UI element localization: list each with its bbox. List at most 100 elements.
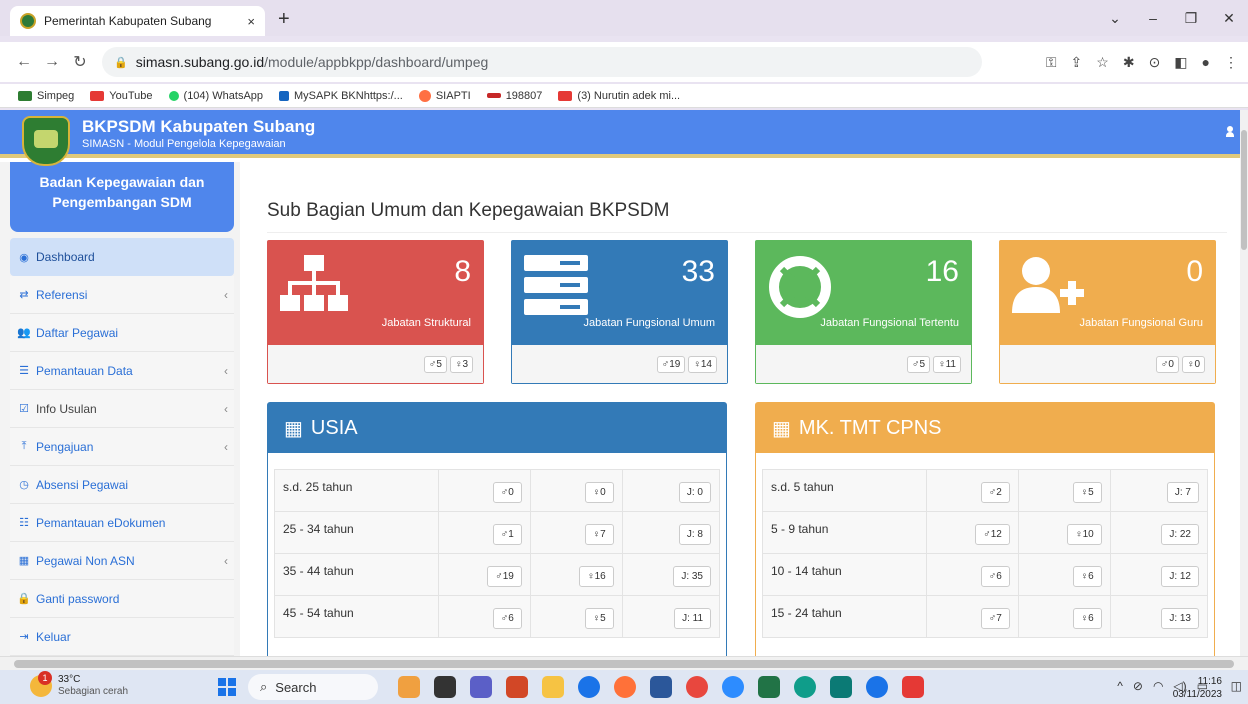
sidebar-item-dashboard[interactable]: ◉ Dashboard xyxy=(10,238,234,276)
sidebar-heading: Badan Kepegawaian dan Pengembangan SDM xyxy=(10,162,234,232)
history-icon[interactable]: ⊙ xyxy=(1149,54,1161,71)
menu-icon[interactable]: ⋮ xyxy=(1224,54,1238,71)
browser-tab[interactable]: Pemerintah Kabupaten Subang × xyxy=(10,6,265,36)
sidebar-item-daftar-pegawai[interactable]: 👥 Daftar Pegawai xyxy=(10,314,234,352)
mk-tmt-cpns-panel: ▦ MK. TMT CPNS s.d. 5 tahun ♂2 ♀5 J: 7 5… xyxy=(755,402,1215,656)
firefox-icon[interactable] xyxy=(614,676,636,698)
bookmark-star-icon[interactable]: ☆ xyxy=(1096,54,1109,71)
card-count: 33 xyxy=(681,255,715,288)
male-count-badge: ♂0 xyxy=(492,481,522,503)
server-icon xyxy=(524,255,588,315)
male-count-badge: ♂0 xyxy=(1155,355,1179,373)
bookmark-simpeg[interactable]: Simpeg xyxy=(18,90,74,102)
life-ring-icon xyxy=(769,256,831,318)
card-jabatan-fungsional-guru[interactable]: 0 Jabatan Fungsional Guru ♂0 ♀0 xyxy=(999,240,1216,384)
bookmark-nurutin[interactable]: (3) Nurutin adek mi... xyxy=(558,90,680,102)
sidebar-item-info-usulan[interactable]: ☑ Info Usulan ‹ xyxy=(10,390,234,428)
new-tab-button[interactable]: + xyxy=(278,8,290,31)
table-row: 45 - 54 tahun ♂6 ♀5 J: 11 xyxy=(274,595,721,638)
chevron-left-icon: ‹ xyxy=(224,401,228,416)
network-icon[interactable]: ⊘ xyxy=(1133,679,1143,693)
card-jabatan-fungsional-umum[interactable]: 33 Jabatan Fungsional Umum ♂19 ♀14 xyxy=(511,240,728,384)
tab-search-icon[interactable]: ⌄ xyxy=(1096,0,1134,36)
chrome-icon[interactable] xyxy=(578,676,600,698)
female-count-badge: ♀16 xyxy=(579,565,614,587)
chevron-left-icon: ‹ xyxy=(224,439,228,454)
extensions-icon[interactable]: ✱ xyxy=(1123,54,1135,71)
bookmark-youtube[interactable]: YouTube xyxy=(90,90,153,102)
vertical-scrollbar[interactable] xyxy=(1240,110,1248,656)
female-count-badge: ♀10 xyxy=(1067,523,1102,545)
app-title: BKPSDM Kabupaten Subang xyxy=(82,117,316,136)
bookmark-198807[interactable]: 198807 xyxy=(486,90,542,102)
acrobat-icon[interactable] xyxy=(902,676,924,698)
word-icon[interactable] xyxy=(650,676,672,698)
whatsapp-icon xyxy=(168,90,179,101)
taskbar-search[interactable]: ⌕ Search xyxy=(248,674,378,700)
people-app-icon[interactable] xyxy=(398,676,420,698)
sidebar-item-pemantauan-data[interactable]: ☰ Pemantauan Data ‹ xyxy=(10,352,234,390)
close-window-icon[interactable]: ✕ xyxy=(1210,0,1248,36)
wifi-icon[interactable]: ◠ xyxy=(1153,679,1163,693)
tab-close-icon[interactable]: × xyxy=(247,14,255,29)
bookmark-siapti[interactable]: SIAPTI xyxy=(418,89,471,102)
teams-icon[interactable] xyxy=(470,676,492,698)
sidebar-item-referensi[interactable]: ⇄ Referensi ‹ xyxy=(10,276,234,314)
sidebar-item-pegawai-non-asn[interactable]: ▦ Pegawai Non ASN ‹ xyxy=(10,542,234,580)
total-count-badge: J: 35 xyxy=(673,565,711,587)
male-count-badge: ♂7 xyxy=(980,607,1010,629)
male-count-badge: ♂19 xyxy=(487,565,522,587)
sidebar-item-keluar[interactable]: ⇥ Keluar xyxy=(10,618,234,656)
clock[interactable]: 11:16 03/11/2023 xyxy=(1173,675,1222,701)
forward-icon[interactable]: → xyxy=(38,53,66,71)
list-alt-icon: ☷ xyxy=(19,517,29,529)
total-count-badge: J: 7 xyxy=(1166,481,1199,503)
weather-widget[interactable]: 1 33°C Sebagian cerah xyxy=(30,671,128,698)
minimize-icon[interactable]: – xyxy=(1134,0,1172,36)
back-icon[interactable]: ← xyxy=(10,53,38,71)
scrollbar-thumb[interactable] xyxy=(1241,130,1247,250)
sidebar-item-pemantauan-edokumen[interactable]: ☷ Pemantauan eDokumen xyxy=(10,504,234,542)
card-jabatan-fungsional-tertentu[interactable]: 16 Jabatan Fungsional Tertentu ♂5 ♀11 xyxy=(755,240,972,384)
card-jabatan-struktural[interactable]: 8 Jabatan Struktural ♂5 ♀3 xyxy=(267,240,484,384)
sidebar-item-absensi-pegawai[interactable]: ◷ Absensi Pegawai xyxy=(10,466,234,504)
restore-icon[interactable]: ❐ xyxy=(1172,0,1210,36)
youtube-icon xyxy=(558,90,573,101)
app-header: BKPSDM Kabupaten Subang SIMASN - Modul P… xyxy=(0,110,1248,158)
bookmark-whatsapp[interactable]: (104) WhatsApp xyxy=(168,90,263,102)
clock-icon: ◷ xyxy=(19,479,29,491)
zoom-icon[interactable] xyxy=(722,676,744,698)
user-icon[interactable] xyxy=(1226,126,1234,138)
horizontal-scrollbar[interactable] xyxy=(0,656,1248,670)
chrome-icon[interactable] xyxy=(866,676,888,698)
exchange-icon: ⇄ xyxy=(19,289,29,301)
sidebar-item-ganti-password[interactable]: 🔒 Ganti password xyxy=(10,580,234,618)
address-bar[interactable]: 🔒 simasn.subang.go.id /module/appbkpp/da… xyxy=(102,47,982,77)
app-s-icon[interactable] xyxy=(830,676,852,698)
scrollbar-thumb[interactable] xyxy=(14,660,1234,668)
powerpoint-icon[interactable] xyxy=(506,676,528,698)
file-explorer-icon[interactable] xyxy=(542,676,564,698)
table-row: 15 - 24 tahun ♂7 ♀6 J: 13 xyxy=(762,595,1209,638)
check-square-icon: ☑ xyxy=(19,403,29,415)
sidebar-item-pengajuan[interactable]: ⤒ Pengajuan ‹ xyxy=(10,428,234,466)
female-count-badge: ♀0 xyxy=(584,481,614,503)
profile-icon[interactable]: ● xyxy=(1202,54,1210,71)
chevron-up-icon[interactable]: ^ xyxy=(1117,679,1123,693)
reload-icon[interactable]: ↻ xyxy=(66,52,94,72)
windows-start-icon[interactable] xyxy=(218,678,236,696)
task-view-icon[interactable] xyxy=(434,676,456,698)
bookmark-198807-icon xyxy=(486,93,501,98)
key-icon[interactable]: ⚿ xyxy=(1046,54,1057,71)
notification-icon[interactable]: ◫ xyxy=(1231,679,1242,693)
side-panel-icon[interactable]: ◧ xyxy=(1174,54,1187,71)
users-icon: 👥 xyxy=(17,327,31,339)
edge-icon[interactable] xyxy=(794,676,816,698)
excel-icon[interactable] xyxy=(758,676,780,698)
browser-app-icon[interactable] xyxy=(686,676,708,698)
share-icon[interactable]: ⇪ xyxy=(1071,54,1083,71)
female-count-badge: ♀6 xyxy=(1072,565,1102,587)
list-icon: ☰ xyxy=(19,365,29,377)
bookmark-mysapk[interactable]: MySAPK BKNhttps:/... xyxy=(279,90,403,102)
table-row: 25 - 34 tahun ♂1 ♀7 J: 8 xyxy=(274,511,721,554)
